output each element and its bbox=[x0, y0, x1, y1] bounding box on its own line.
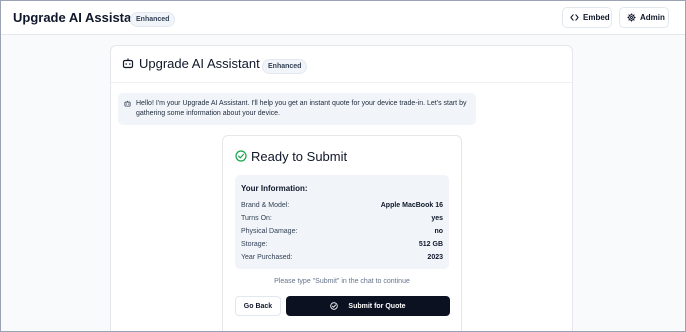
gear-icon bbox=[627, 13, 636, 22]
embed-button-label: Embed bbox=[583, 13, 610, 22]
info-label: Brand & Model: bbox=[241, 202, 290, 209]
admin-button[interactable]: Admin bbox=[619, 7, 669, 28]
submit-hint: Please type "Submit" in the chat to cont… bbox=[274, 278, 410, 285]
card-title: Upgrade AI Assistant bbox=[139, 56, 260, 71]
code-icon bbox=[570, 13, 579, 22]
check-circle-icon bbox=[235, 150, 247, 162]
app-window: Upgrade AI Assistant Enhanced Embed Admi… bbox=[0, 0, 686, 332]
admin-button-label: Admin bbox=[640, 13, 665, 22]
enhanced-badge: Enhanced bbox=[130, 12, 176, 27]
info-row: Storage: 512 GB bbox=[241, 238, 443, 251]
submit-button-label: Submit for Quote bbox=[348, 302, 406, 310]
info-label: Year Purchased: bbox=[241, 254, 293, 261]
assistant-message-text: Hello! I'm your Upgrade AI Assistant. I'… bbox=[136, 100, 467, 117]
info-row: Turns On: yes bbox=[241, 212, 443, 225]
info-row: Year Purchased: 2023 bbox=[241, 251, 443, 264]
app-title: Upgrade AI Assistant bbox=[13, 10, 144, 25]
info-value: 512 GB bbox=[418, 241, 443, 248]
panel-title: Ready to Submit bbox=[251, 149, 348, 164]
info-value: no bbox=[434, 228, 443, 235]
info-value: yes bbox=[431, 215, 443, 222]
info-summary: Your Information: Brand & Model: Apple M… bbox=[235, 175, 449, 269]
info-label: Physical Damage: bbox=[241, 228, 298, 235]
info-value: Apple MacBook 16 bbox=[380, 202, 443, 209]
go-back-label: Go Back bbox=[243, 302, 273, 310]
info-row: Physical Damage: no bbox=[241, 225, 443, 238]
bot-icon bbox=[124, 100, 131, 107]
chat-card: Upgrade AI Assistant Enhanced Hello! I'm… bbox=[110, 45, 573, 331]
assistant-message: Hello! I'm your Upgrade AI Assistant. I'… bbox=[118, 93, 476, 125]
info-label: Turns On: bbox=[241, 215, 272, 222]
go-back-button[interactable]: Go Back bbox=[235, 296, 281, 316]
top-bar: Upgrade AI Assistant Enhanced Embed Admi… bbox=[1, 1, 685, 35]
embed-button[interactable]: Embed bbox=[562, 7, 612, 28]
check-circle-icon bbox=[330, 302, 339, 310]
info-heading: Your Information: bbox=[241, 184, 308, 193]
info-label: Storage: bbox=[241, 241, 268, 248]
bot-icon bbox=[122, 57, 134, 69]
submit-for-quote-button[interactable]: Submit for Quote bbox=[286, 296, 450, 316]
card-enhanced-badge: Enhanced bbox=[262, 59, 308, 74]
submit-panel: Ready to Submit Your Information: Brand … bbox=[222, 135, 462, 331]
info-row: Brand & Model: Apple MacBook 16 bbox=[241, 199, 443, 212]
info-value: 2023 bbox=[427, 254, 443, 261]
card-header: Upgrade AI Assistant Enhanced bbox=[111, 46, 572, 83]
